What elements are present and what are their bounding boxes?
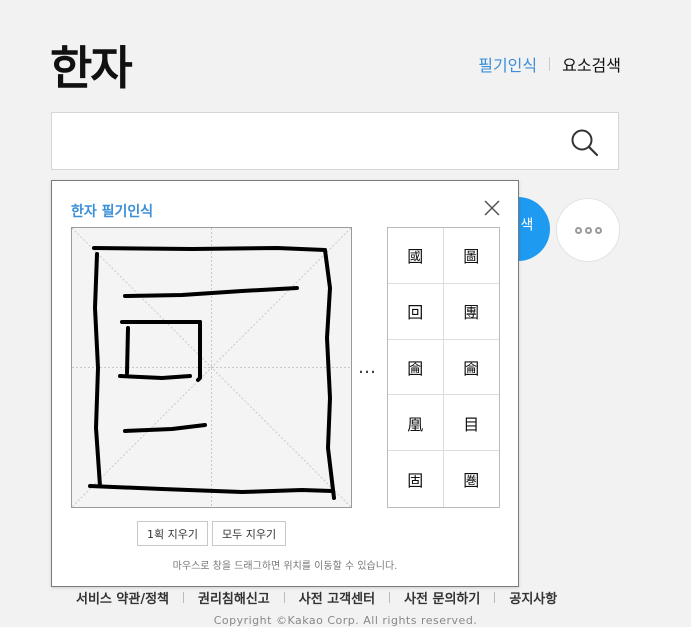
more-icon [594, 226, 602, 234]
candidate-char[interactable]: 凰 [388, 395, 444, 452]
footer-divider [389, 592, 391, 603]
footer-divider [283, 592, 285, 603]
panel-title: 한자 필기인식 [71, 204, 154, 220]
search-icon[interactable] [570, 128, 600, 158]
copyright: Copyright ©Kakao Corp. All rights reserv… [213, 614, 478, 627]
drawing-canvas[interactable] [71, 227, 352, 508]
footer-link-inquiry[interactable]: 사전 문의하기 [404, 588, 480, 607]
more-icon [584, 226, 592, 234]
nav-divider [549, 57, 551, 71]
candidate-char[interactable]: 圏 [444, 451, 500, 507]
more-icon [574, 226, 582, 234]
footer-link-terms[interactable]: 서비스 약관/정책 [76, 588, 169, 607]
drawing-guides-and-strokes [72, 228, 351, 507]
canvas-controls: 1획 지우기 모두 지우기 [137, 521, 287, 546]
candidate-char[interactable]: 圖 [443, 228, 499, 284]
nav-handwriting[interactable]: 필기인식 [478, 52, 537, 76]
undo-stroke-button[interactable]: 1획 지우기 [137, 521, 208, 546]
top-nav: 필기인식 요소검색 [478, 52, 621, 76]
candidate-char[interactable]: 目 [443, 395, 499, 452]
candidate-char[interactable]: 國 [388, 228, 444, 284]
page-title: 한자 [50, 41, 133, 95]
nav-element-search[interactable]: 요소검색 [562, 52, 621, 76]
handwriting-panel[interactable]: 한자 필기인식 … 國 圖 回 團 圇 圇 凰 目 固 圏 1획 지우기 모두 … [51, 180, 519, 587]
candidate-char[interactable]: 圇 [388, 339, 444, 396]
footer-links: 서비스 약관/정책 권리침해신고 사전 고객센터 사전 문의하기 공지사항 [76, 588, 557, 607]
footer-link-notice[interactable]: 공지사항 [509, 588, 557, 607]
candidate-char[interactable]: 回 [388, 283, 444, 340]
close-icon[interactable] [482, 198, 502, 218]
candidate-grid: 國 圖 回 團 圇 圇 凰 目 固 圏 [387, 227, 500, 508]
candidate-char[interactable]: 團 [443, 284, 499, 340]
search-input[interactable] [64, 123, 548, 161]
more-button[interactable] [556, 198, 620, 262]
search-box [51, 112, 619, 170]
search-submit-label: 색 [518, 217, 534, 231]
candidate-char[interactable]: 圇 [443, 340, 499, 396]
candidate-char[interactable]: 固 [388, 451, 444, 507]
footer-link-support[interactable]: 사전 고객센터 [299, 588, 375, 607]
clear-all-button[interactable]: 모두 지우기 [211, 521, 287, 546]
footer-divider [494, 592, 496, 603]
drag-hint: 마우스로 창을 드래그하면 위치를 이동할 수 있습니다. [172, 561, 398, 572]
footer-divider [183, 592, 184, 603]
more-candidates-ellipsis[interactable]: … [358, 357, 377, 378]
footer-link-report[interactable]: 권리침해신고 [198, 588, 270, 607]
